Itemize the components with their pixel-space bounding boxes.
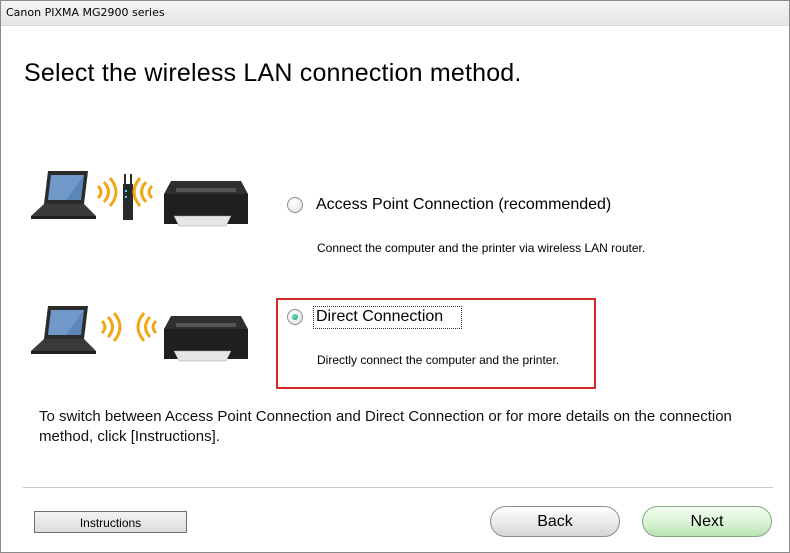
access-point-illustration (31, 171, 248, 227)
footer-separator (23, 487, 773, 489)
printer-icon (164, 316, 248, 362)
laptop-icon (31, 171, 96, 219)
selection-highlight-box (276, 298, 596, 389)
installer-window: Canon PIXMA MG2900 series Select the wir… (0, 0, 790, 553)
access-point-description: Connect the computer and the printer via… (317, 241, 646, 255)
printer-icon (164, 181, 248, 227)
access-point-label[interactable]: Access Point Connection (recommended) (316, 196, 611, 214)
direct-connection-illustration (31, 306, 248, 362)
wifi-waves-icon (132, 177, 154, 207)
router-icon (123, 174, 133, 220)
wifi-waves-icon (136, 312, 158, 342)
back-button[interactable]: Back (490, 506, 620, 537)
instructions-note: To switch between Access Point Connectio… (39, 408, 732, 445)
wifi-waves-icon (100, 312, 122, 342)
page-heading: Select the wireless LAN connection metho… (24, 59, 522, 87)
window-title: Canon PIXMA MG2900 series (6, 6, 165, 19)
next-button[interactable]: Next (642, 506, 772, 537)
laptop-icon (31, 306, 96, 354)
title-bar: Canon PIXMA MG2900 series (1, 1, 789, 26)
instructions-button[interactable]: Instructions (34, 511, 187, 533)
wifi-waves-icon (96, 177, 118, 207)
access-point-radio[interactable] (287, 197, 303, 213)
